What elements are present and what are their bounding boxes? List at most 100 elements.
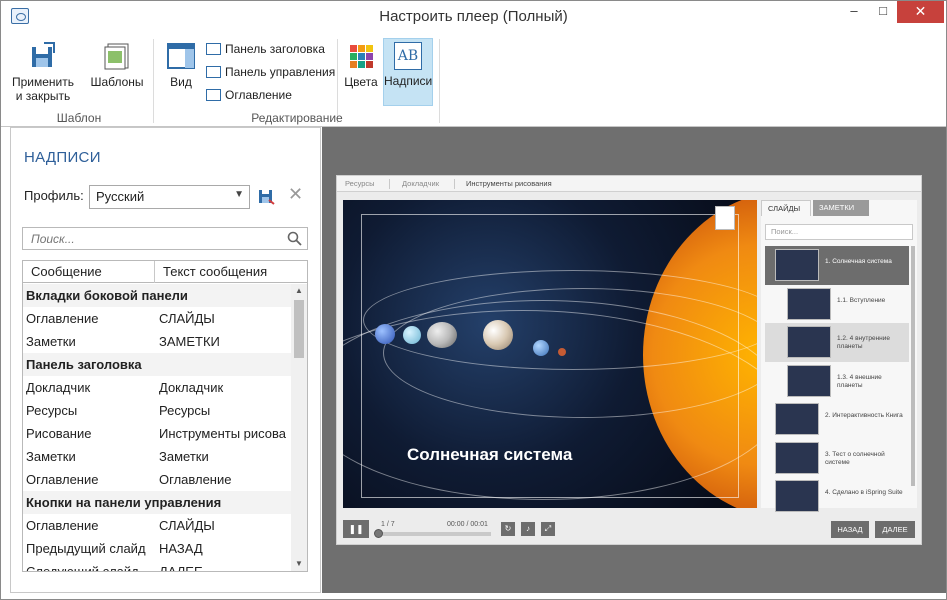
title-bar: Настроить плеер (Полный) – □ ✕ <box>1 1 946 33</box>
pause-button[interactable]: ❚❚ <box>343 520 369 538</box>
outline-item[interactable]: 1.1. Вступление <box>765 285 909 324</box>
progress-knob[interactable] <box>374 529 383 538</box>
text-cell[interactable]: Оглавление <box>159 468 291 491</box>
table-row[interactable]: Рисование Инструменты рисова <box>23 422 291 445</box>
slide-thumbnail <box>787 364 831 397</box>
player-sidebar: СЛАЙДЫ ЗАМЕТКИ Поиск... 1. Солнечная сис… <box>761 200 917 512</box>
scroll-up-icon[interactable]: ▲ <box>291 284 307 298</box>
text-cell[interactable]: Заметки <box>159 445 291 468</box>
tab-slides[interactable]: СЛАЙДЫ <box>761 200 811 216</box>
templates-button[interactable]: Шаблоны <box>85 41 149 105</box>
text-cell[interactable]: СЛАЙДЫ <box>159 514 291 537</box>
colors-button[interactable]: Цвета <box>341 41 381 105</box>
search-input[interactable] <box>31 229 281 249</box>
table-row[interactable]: Заметки Заметки <box>23 445 291 468</box>
profile-value: Русский <box>96 189 145 204</box>
outline-item[interactable]: 1.2. 4 внутренние планеты <box>765 323 909 362</box>
player-search-input[interactable]: Поиск... <box>765 224 913 240</box>
save-profile-icon[interactable] <box>258 188 275 205</box>
outline-item[interactable]: 3. Тест о солнечной системе <box>765 439 909 478</box>
drawing-tools-link[interactable]: Инструменты рисования <box>466 179 552 188</box>
column-header-text[interactable]: Текст сообщения <box>155 261 307 283</box>
scroll-down-icon[interactable]: ▼ <box>291 557 307 571</box>
ribbon-separator <box>153 39 154 123</box>
player-control-bar: ❚❚ 1 / 7 00:00 / 00:01 ↻ ♪ ⤢ НАЗАД ДАЛЕЕ <box>337 516 921 544</box>
maximize-button[interactable]: □ <box>869 1 897 23</box>
message-cell: Заметки <box>26 449 76 464</box>
delete-profile-icon[interactable]: ✕ <box>287 185 304 203</box>
apply-label-line1: Применить <box>11 75 74 89</box>
outline-item[interactable]: 1. Солнечная система <box>765 246 909 285</box>
captions-icon: AB <box>394 42 422 70</box>
table-group-row[interactable]: Вкладки боковой панели <box>23 284 291 307</box>
text-cell[interactable]: Докладчик <box>159 376 291 399</box>
slides-outline: 1. Солнечная система 1.1. Вступление 1.2. … <box>765 246 909 516</box>
table-header: Сообщение Текст сообщения <box>23 261 307 283</box>
messages-table: Сообщение Текст сообщения Вкладки боково… <box>22 260 308 572</box>
time-display: 00:00 / 00:01 <box>447 521 488 528</box>
toc-button[interactable]: Оглавление <box>206 86 292 104</box>
slide-counter: 1 / 7 <box>381 521 395 528</box>
ribbon: Применить и закрыть Шаблоны Шаблон Вид П… <box>1 33 946 127</box>
volume-icon[interactable]: ♪ <box>521 522 535 536</box>
resources-link[interactable]: Ресурсы <box>345 179 375 188</box>
document-icon <box>715 206 735 230</box>
table-row[interactable]: Оглавление СЛАЙДЫ <box>23 307 291 330</box>
control-panel-icon <box>206 66 221 78</box>
colors-label: Цвета <box>344 75 378 89</box>
message-cell: Оглавление <box>26 518 99 533</box>
text-cell[interactable]: Инструменты рисова <box>159 422 291 445</box>
scroll-thumb[interactable] <box>294 300 304 358</box>
view-button[interactable]: Вид <box>161 41 201 105</box>
outline-scrollbar[interactable] <box>911 246 915 486</box>
text-cell[interactable]: Ресурсы <box>159 399 291 422</box>
fullscreen-icon[interactable]: ⤢ <box>541 522 555 536</box>
outline-item[interactable]: 1.3. 4 внешние планеты <box>765 362 909 401</box>
search-box[interactable] <box>22 227 308 250</box>
table-row[interactable]: Следующий слайд ДАЛЕЕ <box>23 560 291 571</box>
table-row[interactable]: Ресурсы Ресурсы <box>23 399 291 422</box>
prev-button[interactable]: НАЗАД <box>831 521 869 538</box>
text-cell[interactable]: ДАЛЕЕ <box>159 560 291 571</box>
progress-bar[interactable] <box>374 529 491 538</box>
table-row[interactable]: Предыдущий слайд НАЗАД <box>23 537 291 560</box>
minimize-button[interactable]: – <box>839 1 869 23</box>
table-row[interactable]: Заметки ЗАМЕТКИ <box>23 330 291 353</box>
control-panel-button[interactable]: Панель управления <box>206 63 335 81</box>
table-group-row[interactable]: Панель заголовка <box>23 353 291 376</box>
player-settings-window: Настроить плеер (Полный) – □ ✕ Применить… <box>0 0 947 600</box>
captions-panel: НАДПИСИ Профиль: Русский ▼ ✕ Сообщение Т… <box>10 127 321 593</box>
text-cell[interactable]: СЛАЙДЫ <box>159 307 291 330</box>
table-scrollbar[interactable]: ▲ ▼ <box>291 284 307 571</box>
palette-icon <box>346 41 376 71</box>
captions-button[interactable]: AB Надписи <box>383 38 433 106</box>
apply-and-close-button[interactable]: Применить и закрыть <box>9 41 77 105</box>
outline-item[interactable]: 2. Интерактивность Книга <box>765 400 909 439</box>
text-cell[interactable]: ЗАМЕТКИ <box>159 330 291 353</box>
section-title: НАДПИСИ <box>24 149 101 166</box>
column-header-message[interactable]: Сообщение <box>23 261 155 283</box>
profile-select[interactable]: Русский ▼ <box>89 185 250 209</box>
table-row[interactable]: Оглавление Оглавление <box>23 468 291 491</box>
tab-notes[interactable]: ЗАМЕТКИ <box>813 200 869 216</box>
slide-thumbnail <box>787 326 831 358</box>
player-preview: Ресурсы Докладчик Инструменты рисования <box>322 127 946 593</box>
text-cell[interactable]: НАЗАД <box>159 537 291 560</box>
slide-thumbnail <box>787 287 831 320</box>
outline-item[interactable]: 4. Сделано в iSpring Suite <box>765 477 909 516</box>
table-group-row[interactable]: Кнопки на панели управления <box>23 491 291 514</box>
presenter-link[interactable]: Докладчик <box>402 179 439 188</box>
title-panel-button[interactable]: Панель заголовка <box>206 40 325 58</box>
next-button[interactable]: ДАЛЕЕ <box>875 521 915 538</box>
message-cell: Предыдущий слайд <box>26 541 146 556</box>
replay-icon[interactable]: ↻ <box>501 522 515 536</box>
title-panel-label: Панель заголовка <box>225 42 325 56</box>
table-row[interactable]: Докладчик Докладчик <box>23 376 291 399</box>
close-button[interactable]: ✕ <box>897 1 944 23</box>
templates-icon <box>102 41 132 71</box>
table-row[interactable]: Оглавление СЛАЙДЫ <box>23 514 291 537</box>
message-cell: Ресурсы <box>26 403 78 418</box>
layout-icon <box>166 41 196 71</box>
slide-title: Солнечная система <box>407 445 573 464</box>
slide-thumbnail <box>775 249 819 281</box>
